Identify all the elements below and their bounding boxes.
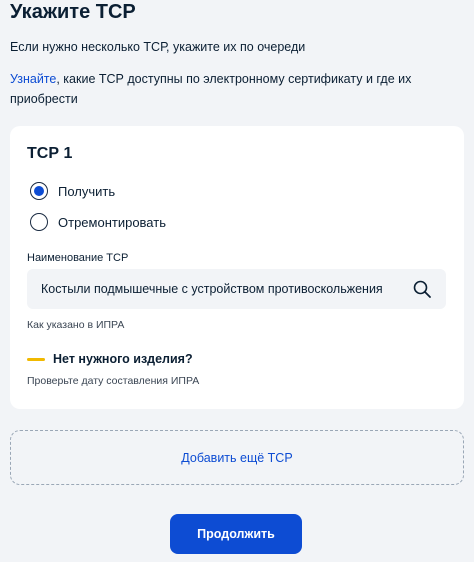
warning-text: Проверьте дату составления ИПРА — [27, 375, 200, 387]
field-hint: Как указано в ИПРА — [27, 319, 125, 331]
page-title: Укажите ТСР — [10, 1, 136, 23]
warning-title: Нет нужного изделия? — [53, 352, 193, 366]
radio-repair[interactable]: Отремонтировать — [30, 213, 166, 231]
radio-receive[interactable]: Получить — [30, 182, 115, 200]
page: Укажите ТСР Если нужно несколько ТСР, ук… — [0, 0, 474, 562]
radio-receive-circle[interactable] — [30, 182, 48, 200]
add-tsr-button[interactable]: Добавить ещё ТСР — [10, 430, 464, 485]
tsr-card: ТСР 1 Получить Отремонтировать Наименова… — [10, 126, 464, 409]
radio-repair-circle[interactable] — [30, 213, 48, 231]
page-subtitle: Если нужно несколько ТСР, укажите их по … — [10, 40, 306, 54]
warning-bar-icon — [27, 357, 45, 361]
tsr-name-input[interactable]: Костыли подмышечные с устройством против… — [27, 269, 446, 309]
info-text: Узнайте, какие ТСР доступны по электронн… — [10, 69, 450, 109]
warning-row: Нет нужного изделия? — [27, 352, 193, 366]
add-tsr-label: Добавить ещё ТСР — [181, 450, 293, 465]
learn-link[interactable]: Узнайте — [10, 72, 56, 86]
tsr-name-value[interactable]: Костыли подмышечные с устройством против… — [41, 282, 404, 296]
field-label: Наименование ТСР — [27, 252, 129, 264]
radio-repair-label: Отремонтировать — [58, 214, 166, 230]
radio-selected-dot — [34, 186, 44, 196]
search-icon[interactable] — [412, 279, 432, 299]
info-text-rest: , какие ТСР доступны по электронному сер… — [10, 72, 412, 106]
continue-button[interactable]: Продолжить — [170, 514, 302, 554]
radio-receive-label: Получить — [58, 183, 116, 199]
card-title: ТСР 1 — [27, 145, 73, 162]
